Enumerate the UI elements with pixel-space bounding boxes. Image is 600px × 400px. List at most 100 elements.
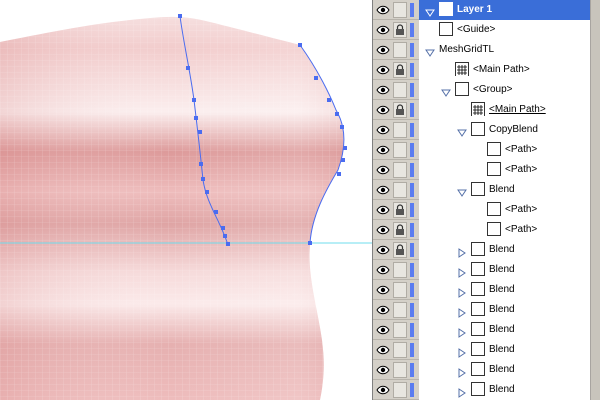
eye-icon[interactable]	[375, 22, 391, 38]
lock-icon[interactable]	[393, 22, 407, 38]
layer-row-content[interactable]: <Path>	[419, 160, 600, 180]
eye-icon[interactable]	[375, 382, 391, 398]
lock-toggle[interactable]	[393, 342, 407, 358]
eye-icon[interactable]	[375, 202, 391, 218]
eye-icon[interactable]	[375, 42, 391, 58]
layer-row-content[interactable]: MeshGridTL	[419, 40, 600, 60]
lock-toggle[interactable]	[393, 82, 407, 98]
layer-name: Blend	[489, 324, 515, 335]
layer-row-content[interactable]: <Guide>	[419, 20, 600, 40]
layer-row[interactable]: <Main Path>	[373, 100, 600, 120]
eye-icon[interactable]	[375, 2, 391, 18]
expand-triangle-icon[interactable]	[441, 85, 451, 97]
lock-toggle[interactable]	[393, 362, 407, 378]
lock-toggle[interactable]	[393, 142, 407, 158]
eye-icon[interactable]	[375, 142, 391, 158]
collapsed-triangle-icon[interactable]	[457, 325, 467, 338]
lock-toggle[interactable]	[393, 2, 407, 18]
collapsed-triangle-icon[interactable]	[457, 305, 467, 318]
layer-row[interactable]: MeshGridTL	[373, 40, 600, 60]
layer-row-content[interactable]: Blend	[419, 340, 600, 360]
layer-row[interactable]: Blend	[373, 300, 600, 320]
layer-row[interactable]: <Path>	[373, 140, 600, 160]
lock-icon[interactable]	[393, 102, 407, 118]
layer-row[interactable]: <Group>	[373, 80, 600, 100]
collapsed-triangle-icon[interactable]	[457, 265, 467, 278]
lock-toggle[interactable]	[393, 162, 407, 178]
lock-toggle[interactable]	[393, 282, 407, 298]
lock-icon[interactable]	[393, 222, 407, 238]
layer-row[interactable]: Blend	[373, 380, 600, 400]
eye-icon[interactable]	[375, 102, 391, 118]
expand-triangle-icon[interactable]	[425, 45, 435, 57]
mesh-artwork	[0, 14, 372, 400]
layer-row-content[interactable]: Layer 1	[419, 0, 600, 20]
eye-icon[interactable]	[375, 62, 391, 78]
lock-icon[interactable]	[393, 62, 407, 78]
eye-icon[interactable]	[375, 82, 391, 98]
layer-row-content[interactable]: <Path>	[419, 200, 600, 220]
eye-icon[interactable]	[375, 362, 391, 378]
layer-row[interactable]: Blend	[373, 320, 600, 340]
eye-icon[interactable]	[375, 302, 391, 318]
layer-thumbnail	[471, 362, 485, 376]
layer-thumbnail	[487, 162, 501, 176]
expand-triangle-icon[interactable]	[457, 185, 467, 197]
layer-row-content[interactable]: <Main Path>	[419, 60, 600, 80]
collapsed-triangle-icon[interactable]	[457, 365, 467, 378]
eye-icon[interactable]	[375, 122, 391, 138]
lock-icon[interactable]	[393, 202, 407, 218]
layer-row[interactable]: Blend	[373, 340, 600, 360]
collapsed-triangle-icon[interactable]	[457, 385, 467, 398]
collapsed-triangle-icon[interactable]	[457, 345, 467, 358]
eye-icon[interactable]	[375, 282, 391, 298]
lock-toggle[interactable]	[393, 262, 407, 278]
layer-row[interactable]: CopyBlend	[373, 120, 600, 140]
layer-row-content[interactable]: <Main Path>	[419, 100, 600, 120]
layer-row[interactable]: <Path>	[373, 220, 600, 240]
lock-toggle[interactable]	[393, 382, 407, 398]
lock-toggle[interactable]	[393, 302, 407, 318]
collapsed-triangle-icon[interactable]	[457, 245, 467, 258]
layer-row-content[interactable]: Blend	[419, 300, 600, 320]
layer-row-content[interactable]: Blend	[419, 240, 600, 260]
layer-row-content[interactable]: CopyBlend	[419, 120, 600, 140]
layer-row-content[interactable]: <Path>	[419, 220, 600, 240]
eye-icon[interactable]	[375, 222, 391, 238]
eye-icon[interactable]	[375, 342, 391, 358]
eye-icon[interactable]	[375, 262, 391, 278]
layer-row-content[interactable]: Blend	[419, 360, 600, 380]
lock-toggle[interactable]	[393, 182, 407, 198]
layer-row-content[interactable]: Blend	[419, 180, 600, 200]
layer-row[interactable]: Blend	[373, 240, 600, 260]
layers-scrollbar[interactable]	[590, 0, 600, 400]
expand-triangle-icon[interactable]	[425, 5, 435, 17]
layer-row[interactable]: Blend	[373, 360, 600, 380]
eye-icon[interactable]	[375, 322, 391, 338]
layer-color-indicator	[410, 123, 414, 137]
expand-triangle-icon[interactable]	[457, 125, 467, 137]
layer-row-content[interactable]: Blend	[419, 280, 600, 300]
layer-row-content[interactable]: Blend	[419, 380, 600, 400]
layer-row[interactable]: Blend	[373, 180, 600, 200]
eye-icon[interactable]	[375, 242, 391, 258]
eye-icon[interactable]	[375, 182, 391, 198]
layer-row[interactable]: <Path>	[373, 160, 600, 180]
lock-toggle[interactable]	[393, 42, 407, 58]
layer-row-content[interactable]: Blend	[419, 260, 600, 280]
layer-row-content[interactable]: Blend	[419, 320, 600, 340]
eye-icon[interactable]	[375, 162, 391, 178]
layer-row[interactable]: Layer 1	[373, 0, 600, 20]
layer-row-content[interactable]: <Group>	[419, 80, 600, 100]
layer-row[interactable]: <Main Path>	[373, 60, 600, 80]
layer-row[interactable]: Blend	[373, 260, 600, 280]
artboard-canvas[interactable]	[0, 0, 372, 400]
lock-toggle[interactable]	[393, 122, 407, 138]
layer-row[interactable]: <Guide>	[373, 20, 600, 40]
collapsed-triangle-icon[interactable]	[457, 285, 467, 298]
layer-row[interactable]: Blend	[373, 280, 600, 300]
lock-icon[interactable]	[393, 242, 407, 258]
lock-toggle[interactable]	[393, 322, 407, 338]
layer-row-content[interactable]: <Path>	[419, 140, 600, 160]
layer-row[interactable]: <Path>	[373, 200, 600, 220]
